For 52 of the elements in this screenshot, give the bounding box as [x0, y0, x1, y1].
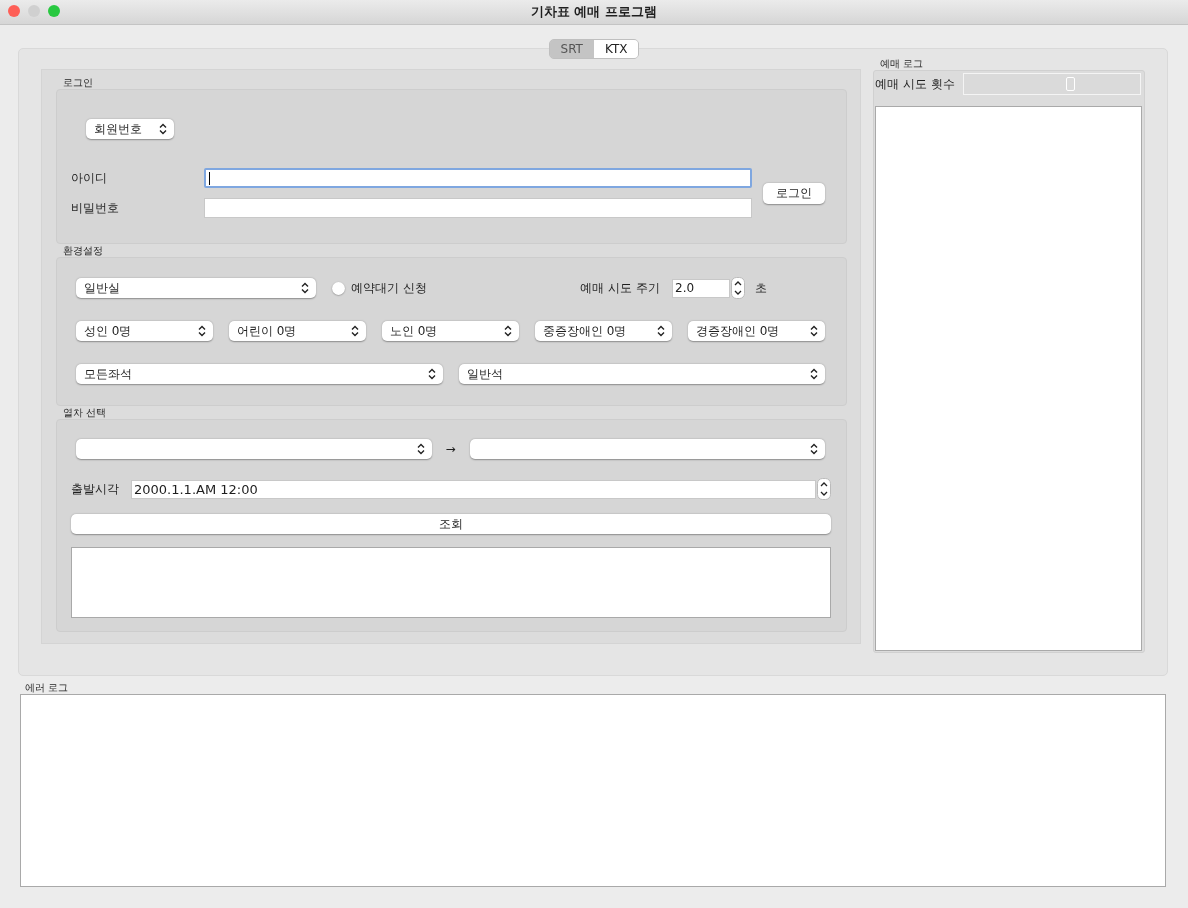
id-label: 아이디: [71, 169, 108, 187]
departure-time-label: 출발시각: [71, 480, 120, 498]
stepper-icon[interactable]: [731, 277, 745, 299]
attempts-label: 예매 시도 횟수: [875, 75, 955, 93]
window-title: 기차표 예매 프로그램: [530, 3, 658, 21]
passenger-select[interactable]: 어린이 0명: [229, 321, 366, 341]
search-button[interactable]: 조회: [71, 514, 831, 534]
minimize-button[interactable]: [28, 5, 40, 17]
group-title: 에러 로그: [24, 681, 70, 694]
departure-time-input[interactable]: 2000.1.1.AM 12:00: [131, 479, 816, 499]
arrival-station-select[interactable]: [469, 439, 825, 459]
passenger-select[interactable]: 중증장애인 0명: [535, 321, 672, 341]
passenger-select[interactable]: 노인 0명: [382, 321, 519, 341]
chevron-icon: [351, 325, 359, 337]
id-input[interactable]: [204, 168, 752, 188]
close-button[interactable]: [8, 5, 20, 17]
seat-select[interactable]: 모든좌석: [76, 364, 443, 384]
slider-thumb[interactable]: [1066, 77, 1076, 91]
tab[interactable]: KTX: [593, 40, 639, 58]
chevron-icon: [810, 368, 818, 380]
password-label: 비밀번호: [71, 199, 120, 217]
chevron-icon: [301, 282, 309, 294]
stepper-icon[interactable]: [817, 478, 831, 500]
group-title: 열차 선택: [62, 406, 108, 419]
interval-label: 예매 시도 주기: [580, 279, 660, 297]
chevron-icon: [810, 325, 818, 337]
group-title: 환경설정: [62, 244, 104, 257]
chevron-icon: [198, 325, 206, 337]
chevron-icon: [657, 325, 665, 337]
attempts-slider[interactable]: [962, 73, 1141, 95]
login-button[interactable]: 로그인: [763, 182, 825, 204]
interval-unit: 초: [755, 279, 767, 297]
car-class-select[interactable]: 일반실: [76, 278, 316, 298]
chevron-icon: [159, 123, 167, 135]
chevron-icon: [810, 443, 818, 455]
interval-input[interactable]: 2.0: [672, 278, 730, 298]
passenger-select[interactable]: 경증장애인 0명: [688, 321, 825, 341]
chevron-icon: [427, 368, 436, 380]
chevron-icon: [504, 325, 512, 337]
password-input[interactable]: [204, 198, 752, 218]
departure-station-select[interactable]: [76, 439, 432, 459]
member-type-select[interactable]: 회원번호: [86, 119, 174, 139]
waitlist-label: 예약대기 신청: [351, 279, 427, 297]
group-title: 예매 로그: [879, 57, 925, 70]
waitlist-radio[interactable]: [332, 281, 345, 295]
group-title: 로그인: [62, 76, 94, 89]
chevron-icon: [416, 443, 425, 455]
tab[interactable]: SRT: [549, 40, 594, 58]
passenger-select[interactable]: 성인 0명: [76, 321, 213, 341]
seat-select[interactable]: 일반석: [458, 364, 825, 384]
zoom-button[interactable]: [48, 5, 60, 17]
arrow-text: →: [444, 442, 457, 456]
